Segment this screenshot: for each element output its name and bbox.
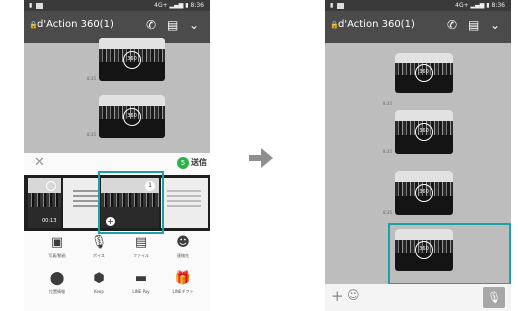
video-duration: 00:13 bbox=[42, 218, 57, 224]
message-time: 8:35 bbox=[87, 132, 96, 137]
plus-icon[interactable]: + bbox=[331, 287, 344, 305]
message-photo[interactable]: 360 bbox=[99, 38, 165, 81]
badge-360: 360 bbox=[415, 64, 433, 82]
send-button[interactable]: 送信 bbox=[191, 157, 207, 168]
contact-icon: ☻ bbox=[176, 235, 190, 250]
selection-highlight bbox=[98, 171, 164, 234]
notes-icon[interactable]: ▤ bbox=[468, 18, 479, 32]
chevron-down-icon[interactable]: ⌄ bbox=[490, 18, 500, 32]
message-time: 8:35 bbox=[383, 210, 392, 215]
chat-header: 🔒 d'Action 360(1) ✆ ▤ ⌄ bbox=[325, 11, 511, 43]
message-photo[interactable]: 360 bbox=[99, 95, 165, 138]
close-icon[interactable]: ✕ bbox=[34, 155, 45, 170]
smiley-icon[interactable]: ☺ bbox=[347, 288, 360, 302]
action-contact[interactable]: ☻ 連絡先 bbox=[163, 235, 203, 259]
action-file[interactable]: ▤ ファイル bbox=[121, 235, 161, 259]
status-bar: ▮ 4G+ ▂▄▆ ▮ 8:36 bbox=[24, 0, 210, 11]
network-label: 4G+ bbox=[455, 2, 469, 9]
message-time: 8:35 bbox=[87, 76, 96, 81]
clock: 8:36 bbox=[190, 2, 204, 9]
media-thumb-screenshot[interactable] bbox=[161, 178, 208, 228]
action-location[interactable]: ⬤ 位置情報 bbox=[37, 271, 77, 295]
badge-360: 360 bbox=[415, 184, 433, 202]
phone-screen-after: ▮ 4G+ ▂▄▆ ▮ 8:36 🔒 d'Action 360(1) ✆ ▤ ⌄… bbox=[325, 0, 511, 311]
battery-icon: ▂▄▆ ▮ bbox=[470, 2, 492, 9]
notes-icon[interactable]: ▤ bbox=[167, 18, 178, 32]
wallet-icon: ▬ bbox=[134, 271, 148, 286]
badge-360: 360 bbox=[415, 123, 433, 141]
file-icon: ▤ bbox=[134, 235, 148, 250]
keep-icon: ⬢ bbox=[93, 271, 105, 286]
message-time: 8:35 bbox=[383, 149, 392, 154]
message-photo[interactable]: 360 bbox=[395, 53, 453, 93]
message-photo[interactable]: 360 bbox=[395, 110, 453, 154]
send-count-badge[interactable]: 5 bbox=[177, 157, 189, 169]
mic-button[interactable]: 🎙 bbox=[483, 287, 505, 308]
phone-call-icon[interactable]: ✆ bbox=[146, 18, 156, 32]
message-input-bar: + ☺ 🎙 bbox=[325, 284, 511, 311]
selection-highlight bbox=[388, 223, 511, 285]
clock: 8:36 bbox=[491, 2, 505, 9]
message-list: 360 8:35 360 8:35 bbox=[24, 38, 210, 153]
action-photos-videos[interactable]: ▣ 写真/動画 bbox=[37, 235, 77, 259]
action-voice[interactable]: 🎙 ボイス bbox=[79, 235, 119, 259]
chat-title: d'Action 360(1) bbox=[37, 19, 114, 30]
sim-icon: ▮ bbox=[29, 0, 44, 11]
message-photo[interactable]: 360 bbox=[395, 171, 453, 215]
battery-icon: ▂▄▆ ▮ bbox=[169, 2, 191, 9]
action-line-pay[interactable]: ▬ LINE Pay bbox=[121, 271, 161, 294]
badge-360: 360 bbox=[123, 50, 141, 69]
chat-title: d'Action 360(1) bbox=[338, 19, 415, 30]
message-time: 8:35 bbox=[383, 101, 392, 106]
gift-icon: 🎁 bbox=[174, 271, 192, 286]
status-bar: ▮ 4G+ ▂▄▆ ▮ 8:36 bbox=[325, 0, 511, 11]
location-icon: ⬤ bbox=[49, 271, 65, 286]
action-line-gift[interactable]: 🎁 LINEギフト bbox=[163, 271, 203, 295]
phone-screen-before: ▮ 4G+ ▂▄▆ ▮ 8:36 🔒 d'Action 360(1) ✆ ▤ ⌄… bbox=[24, 0, 210, 311]
chevron-down-icon[interactable]: ⌄ bbox=[189, 18, 199, 32]
badge-360: 360 bbox=[123, 107, 141, 126]
media-thumb-screenshot[interactable] bbox=[63, 178, 99, 228]
sim-icon: ▮ bbox=[330, 0, 345, 11]
network-label: 4G+ bbox=[154, 2, 168, 9]
media-thumb-video[interactable]: 00:13 bbox=[28, 178, 61, 228]
action-keep[interactable]: ⬢ Keep bbox=[79, 271, 119, 294]
phone-call-icon[interactable]: ✆ bbox=[447, 18, 457, 32]
select-circle-icon[interactable] bbox=[46, 181, 56, 191]
image-icon: ▣ bbox=[50, 235, 64, 250]
arrow-right-icon bbox=[249, 148, 273, 168]
mic-icon: 🎙 bbox=[90, 235, 108, 250]
